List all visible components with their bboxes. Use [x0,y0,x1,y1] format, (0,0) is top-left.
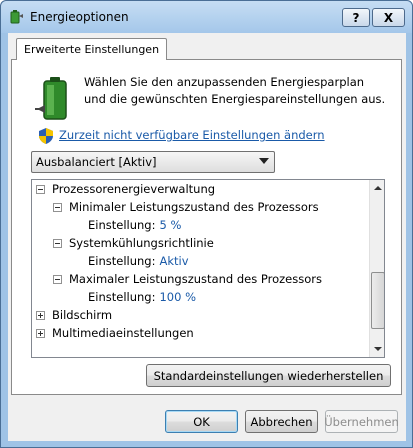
tree-item-max-processor-state[interactable]: Maximaler Leistungszustand des Prozessor… [53,270,322,288]
tree-item-label: Multimediaeinstellungen [52,326,194,340]
arrow-down-icon [374,347,382,351]
uac-shield-icon [39,128,53,144]
tree-item-label: Systemkühlungsrichtlinie [69,236,214,250]
tree-item-label: Maximaler Leistungszustand des Prozessor… [69,272,322,286]
arrow-up-icon [374,186,382,190]
intro-text: Wählen Sie den anzupassenden Energiespar… [84,75,386,106]
collapse-icon[interactable] [53,202,62,212]
tree-item-max-state-setting[interactable]: Einstellung: 100 % [88,288,196,306]
power-plan-select-value: Ausbalanciert [Aktiv] [36,155,157,169]
tab-advanced-settings[interactable]: Erweiterte Einstellungen [16,38,168,60]
scrollbar-thumb[interactable] [371,272,384,329]
ok-button[interactable]: OK [165,410,238,433]
scroll-up-button[interactable] [370,180,384,196]
tree-item-label: Bildschirm [52,308,113,322]
power-options-icon [10,10,23,24]
restore-defaults-button[interactable]: Standardeinstellungen wiederherstellen [146,364,391,387]
setting-label: Einstellung: [88,218,156,232]
settings-tree-items: Prozessorenergieverwaltung Minimaler Lei… [32,180,368,357]
power-options-window: Energieoptionen ? X Erweiterte Einstellu… [0,0,413,448]
window-title: Energieoptionen [30,10,129,24]
dialog-client-area: Erweiterte Einstellungen Wählen Sie den … [8,33,406,441]
tree-item-cooling-policy[interactable]: Systemkühlungsrichtlinie [53,234,214,252]
setting-label: Einstellung: [88,290,156,304]
setting-value[interactable]: 100 % [159,290,196,304]
setting-label: Einstellung: [88,254,156,268]
apply-button: Übernehmen [324,410,399,433]
power-plan-select[interactable]: Ausbalanciert [Aktiv] [31,151,275,173]
expand-icon[interactable] [36,328,45,338]
tree-item-display[interactable]: Bildschirm [36,306,112,324]
tab-panel: Wählen Sie den anzupassenden Energiespar… [11,59,402,395]
tree-item-min-processor-state[interactable]: Minimaler Leistungszustand des Prozessor… [53,198,319,216]
collapse-icon[interactable] [53,238,62,248]
chevron-down-icon[interactable] [259,158,269,164]
close-button[interactable]: X [372,8,405,27]
tree-item-label: Minimaler Leistungszustand des Prozessor… [69,200,319,214]
tree-item-processor-power[interactable]: Prozessorenergieverwaltung [36,180,215,198]
battery-plug-icon [35,77,67,120]
title-bar[interactable]: Energieoptionen ? X [1,1,412,33]
collapse-icon[interactable] [53,274,62,284]
tree-item-label: Prozessorenergieverwaltung [52,182,216,196]
tree-item-cooling-setting[interactable]: Einstellung: Aktiv [88,252,189,270]
settings-tree[interactable]: Prozessorenergieverwaltung Minimaler Lei… [31,179,385,358]
collapse-icon[interactable] [36,184,45,194]
change-unavailable-settings-link[interactable]: Zurzeit nicht verfügbare Einstellungen ä… [59,128,325,142]
setting-value[interactable]: Aktiv [159,254,188,268]
scroll-down-button[interactable] [370,341,384,357]
setting-value[interactable]: 5 % [159,218,181,232]
tree-item-min-state-setting[interactable]: Einstellung: 5 % [88,216,181,234]
vertical-scrollbar[interactable] [369,180,384,357]
tree-item-multimedia[interactable]: Multimediaeinstellungen [36,324,194,342]
help-button[interactable]: ? [342,8,370,27]
cancel-button[interactable]: Abbrechen [245,410,318,433]
expand-icon[interactable] [36,310,45,320]
